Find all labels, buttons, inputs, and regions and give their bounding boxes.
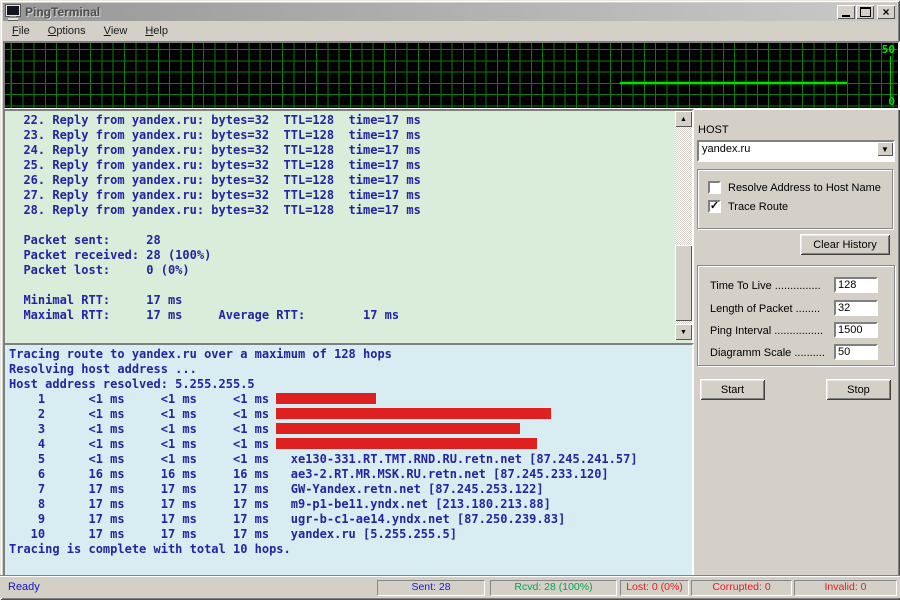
ping-scrollbar[interactable]: ▲ ▼: [675, 111, 692, 340]
resolve-address-checkbox[interactable]: [708, 181, 721, 194]
trace-hop-text: 1 <1 ms <1 ms <1 ms: [9, 392, 276, 406]
scroll-up-button[interactable]: ▲: [675, 111, 692, 127]
trace-hop-text: 2 <1 ms <1 ms <1 ms: [9, 407, 276, 421]
ttl-label: Time To Live ...............: [710, 280, 821, 292]
trace-hop-row-2: 2 <1 ms <1 ms <1 ms: [9, 407, 692, 422]
trace-hop-row-4: 4 <1 ms <1 ms <1 ms: [9, 437, 692, 452]
close-button[interactable]: ×: [877, 5, 895, 19]
status-bar: Ready Sent: 28 Rcvd: 28 (100%) Lost: 0 (…: [0, 575, 900, 598]
ping-interval-input[interactable]: [834, 322, 878, 338]
redaction-bar: [276, 408, 551, 419]
minimize-button[interactable]: [837, 5, 855, 19]
redaction-bar: [276, 393, 376, 404]
graph-scale-min: 0: [888, 95, 895, 108]
redaction-bar: [276, 423, 520, 434]
status-received: Rcvd: 28 (100%): [490, 580, 617, 596]
ping-interval-label: Ping Interval ................: [710, 325, 823, 337]
menu-file[interactable]: File: [3, 23, 39, 39]
host-dropdown-button[interactable]: ▼: [877, 142, 893, 156]
diagram-scale-label: Diagramm Scale ..........: [710, 347, 825, 359]
title-bar[interactable]: PingTerminal ×: [3, 3, 897, 21]
scroll-down-button[interactable]: ▼: [675, 324, 692, 340]
check-icon: ✓: [710, 202, 719, 211]
trace-hop-text: 4 <1 ms <1 ms <1 ms: [9, 437, 276, 451]
trace-hop-row-3: 3 <1 ms <1 ms <1 ms: [9, 422, 692, 437]
trace-route-label: Trace Route: [728, 201, 788, 213]
maximize-button[interactable]: [856, 5, 874, 19]
ping-output-pane[interactable]: 22. Reply from yandex.ru: bytes=32 TTL=1…: [3, 109, 694, 346]
redaction-bar: [276, 438, 537, 449]
resolve-address-label: Resolve Address to Host Name: [728, 182, 881, 194]
menu-bar: File Options View Help: [3, 22, 897, 40]
menu-options[interactable]: Options: [39, 23, 95, 39]
status-sent: Sent: 28: [377, 580, 485, 596]
status-ready: Ready: [8, 581, 40, 593]
window-title: PingTerminal: [25, 5, 100, 19]
trace-header-text: Tracing route to yandex.ru over a maximu…: [9, 347, 692, 392]
maximize-icon: [860, 7, 871, 17]
scrollbar-thumb[interactable]: [675, 245, 692, 321]
status-invalid: Invalid: 0: [794, 580, 897, 596]
trace-hop-row-1: 1 <1 ms <1 ms <1 ms: [9, 392, 692, 407]
ping-terminal-window: PingTerminal × File Options View Help 50…: [0, 0, 900, 600]
graph-grid: [5, 43, 898, 108]
chevron-down-icon: ▼: [881, 145, 889, 154]
options-groupbox: Resolve Address to Host Name ✓ Trace Rou…: [697, 169, 893, 229]
trace-hop-text: 3 <1 ms <1 ms <1 ms: [9, 422, 276, 436]
ping-output-text: 22. Reply from yandex.ru: bytes=32 TTL=1…: [9, 113, 692, 323]
close-icon: ×: [882, 6, 889, 18]
trace-route-pane[interactable]: Tracing route to yandex.ru over a maximu…: [3, 343, 694, 577]
host-combobox[interactable]: yandex.ru ▼: [697, 140, 895, 162]
host-value: yandex.ru: [702, 143, 750, 155]
trace-route-checkbox[interactable]: ✓: [708, 200, 721, 213]
ping-diagram-graph: 50 0: [3, 41, 900, 110]
graph-scale-axis: [890, 56, 891, 97]
minimize-icon: [842, 15, 850, 17]
app-monitor-icon: [5, 5, 21, 20]
start-button[interactable]: Start: [700, 379, 765, 400]
host-label: HOST: [698, 124, 729, 136]
packet-length-input[interactable]: [834, 300, 878, 316]
scroll-down-icon: ▼: [680, 329, 687, 336]
ttl-input[interactable]: [834, 277, 878, 293]
trace-resolved-text: 5 <1 ms <1 ms <1 ms xe130-331.RT.TMT.RND…: [9, 452, 692, 557]
clear-history-button[interactable]: Clear History: [800, 234, 890, 255]
settings-groupbox: Time To Live ............... Length of P…: [697, 265, 895, 366]
menu-view[interactable]: View: [95, 23, 137, 39]
packet-length-label: Length of Packet ........: [710, 303, 820, 315]
scroll-up-icon: ▲: [680, 116, 687, 123]
rtt-plot-line: [620, 82, 847, 84]
status-corrupted: Corrupted: 0: [691, 580, 792, 596]
diagram-scale-input[interactable]: [834, 344, 878, 360]
stop-button[interactable]: Stop: [826, 379, 891, 400]
menu-help[interactable]: Help: [136, 23, 177, 39]
status-lost: Lost: 0 (0%): [620, 580, 689, 596]
graph-scale-max: 50: [882, 43, 895, 56]
